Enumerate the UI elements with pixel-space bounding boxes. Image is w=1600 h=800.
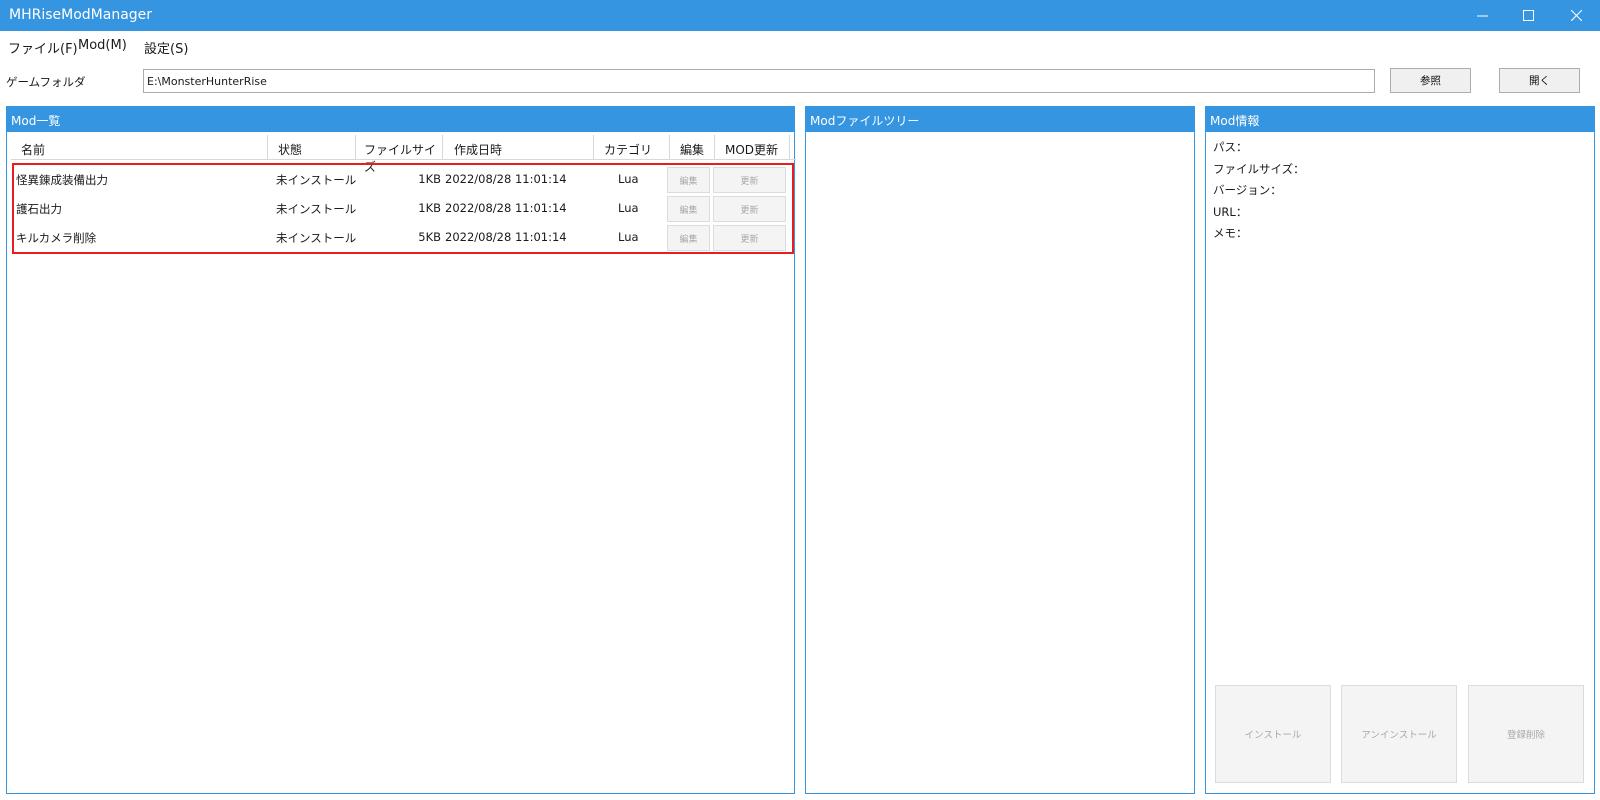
mod-category: Lua: [618, 230, 639, 244]
mod-list-panel: Mod一覧 名前 状態 ファイルサイズ 作成日時 カテゴリ 編集 MOD更新 怪…: [6, 106, 796, 794]
column-edit[interactable]: 編集: [670, 135, 715, 160]
column-category[interactable]: カテゴリ: [594, 135, 670, 160]
edit-button[interactable]: 編集: [667, 225, 710, 251]
mod-info-header: Mod情報: [1206, 107, 1594, 132]
menu-mod[interactable]: Mod(M): [78, 38, 127, 53]
mod-category: Lua: [618, 172, 639, 186]
mod-list-header: Mod一覧: [7, 107, 794, 132]
mod-status: 未インストール: [276, 173, 357, 187]
game-folder-label: ゲームフォルダ: [6, 75, 86, 89]
info-url-label: URL：: [1213, 205, 1248, 219]
info-file-size-label: ファイルサイズ：: [1213, 162, 1305, 176]
mod-name: キルカメラ削除: [16, 231, 97, 245]
column-name[interactable]: 名前: [11, 135, 268, 160]
minimize-button[interactable]: [1459, 0, 1505, 31]
browse-button[interactable]: 参照: [1390, 68, 1471, 93]
column-status[interactable]: 状態: [268, 135, 356, 160]
table-row[interactable]: キルカメラ削除 未インストール 5KB 2022/08/28 11:01:14 …: [14, 223, 792, 252]
mod-date: 2022/08/28 11:01:14: [445, 172, 567, 186]
mod-size: 1KB: [418, 172, 441, 186]
column-created-date[interactable]: 作成日時: [443, 135, 594, 160]
game-folder-input[interactable]: [143, 69, 1375, 93]
mod-file-tree-header: Modファイルツリー: [806, 107, 1194, 132]
window-title: MHRiseModManager: [9, 7, 153, 23]
open-button[interactable]: 開く: [1499, 68, 1580, 93]
update-button[interactable]: 更新: [713, 196, 786, 222]
mod-status: 未インストール: [276, 231, 357, 245]
update-button[interactable]: 更新: [713, 167, 786, 193]
mod-size: 5KB: [418, 230, 441, 244]
table-row[interactable]: 護石出力 未インストール 1KB 2022/08/28 11:01:14 Lua…: [14, 194, 792, 223]
mod-file-tree-panel: Modファイルツリー: [805, 106, 1195, 794]
mod-name: 怪異錬成装備出力: [16, 173, 108, 187]
maximize-button[interactable]: [1505, 0, 1551, 31]
info-version-label: バージョン：: [1213, 183, 1282, 197]
minimize-icon: [1476, 15, 1488, 17]
column-mod-update[interactable]: MOD更新: [715, 135, 790, 160]
menu-bar: ファイル(F) Mod(M) 設定(S): [0, 31, 1600, 61]
mod-date: 2022/08/28 11:01:14: [445, 201, 567, 215]
mod-list-column-header: 名前 状態 ファイルサイズ 作成日時 カテゴリ 編集 MOD更新: [11, 135, 796, 174]
update-button[interactable]: 更新: [713, 225, 786, 251]
table-row[interactable]: 怪異錬成装備出力 未インストール 1KB 2022/08/28 11:01:14…: [14, 165, 792, 194]
mod-status: 未インストール: [276, 202, 357, 216]
close-icon: [1570, 10, 1582, 21]
edit-button[interactable]: 編集: [667, 167, 710, 193]
delete-registration-button[interactable]: 登録削除: [1468, 685, 1584, 783]
close-button[interactable]: [1552, 0, 1600, 31]
info-memo-label: メモ：: [1213, 226, 1248, 240]
maximize-icon: [1522, 10, 1534, 21]
info-path-label: パス：: [1213, 140, 1248, 154]
menu-file[interactable]: ファイル(F): [8, 38, 78, 57]
edit-button[interactable]: 編集: [667, 196, 710, 222]
mod-info-panel: Mod情報 パス： ファイルサイズ： バージョン： URL： メモ： インストー…: [1205, 106, 1595, 794]
mod-size: 1KB: [418, 201, 441, 215]
menu-settings[interactable]: 設定(S): [144, 38, 188, 57]
mod-date: 2022/08/28 11:01:14: [445, 230, 567, 244]
mod-category: Lua: [618, 201, 639, 215]
column-file-size[interactable]: ファイルサイズ: [356, 135, 443, 174]
uninstall-button[interactable]: アンインストール: [1341, 685, 1457, 783]
mod-name: 護石出力: [16, 202, 62, 216]
title-bar: MHRiseModManager: [0, 0, 1600, 31]
install-button[interactable]: インストール: [1215, 685, 1331, 783]
